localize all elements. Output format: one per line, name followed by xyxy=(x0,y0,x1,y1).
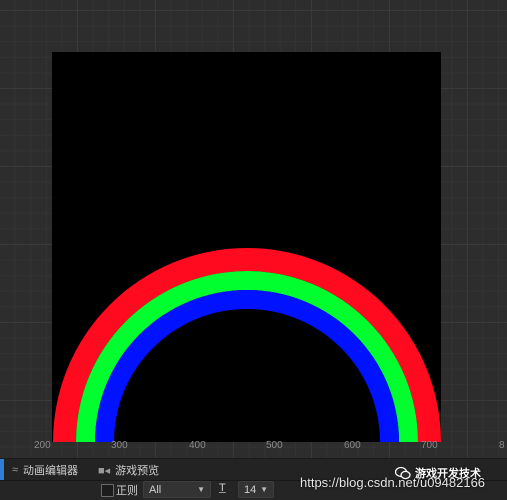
regex-checkbox[interactable] xyxy=(101,484,114,497)
font-size-value: 14 xyxy=(244,483,257,496)
rainbow-graphic xyxy=(53,248,441,442)
active-tab-indicator xyxy=(0,459,4,480)
ruler-label-400: 400 xyxy=(189,440,206,451)
chevron-down-icon: ▼ xyxy=(260,485,268,494)
chevron-down-icon: ▼ xyxy=(197,485,205,494)
camera-icon: ■◂ xyxy=(98,464,111,477)
tab-animation-editor-label: 动画编辑器 xyxy=(23,465,79,477)
tab-game-preview-label: 游戏预览 xyxy=(115,465,160,477)
tab-animation-editor[interactable]: ≈ 动画编辑器 xyxy=(12,459,78,481)
animation-icon: ≈ xyxy=(12,464,19,476)
font-size-select[interactable]: 14 ▼ xyxy=(238,481,274,498)
canvas-frame xyxy=(52,52,441,442)
ruler-label-500: 500 xyxy=(266,440,283,451)
ruler-label-600: 600 xyxy=(344,440,361,451)
ruler-label-200: 200 xyxy=(34,440,51,451)
watermark-url: https://blog.csdn.net/u09482166 xyxy=(300,475,486,490)
font-size-icon: T xyxy=(219,482,226,494)
ruler-label-300: 300 xyxy=(111,440,128,451)
log-level-value: All xyxy=(149,483,162,496)
regex-label: 正则 xyxy=(116,485,138,497)
tab-game-preview[interactable]: ■◂ 游戏预览 xyxy=(98,459,159,481)
scene-viewport[interactable]: 200 300 400 500 600 700 8 xyxy=(0,0,507,458)
ruler-label-700: 700 xyxy=(421,440,438,451)
ruler-label-800: 8 xyxy=(499,440,505,451)
log-level-select[interactable]: All ▼ xyxy=(143,481,211,498)
